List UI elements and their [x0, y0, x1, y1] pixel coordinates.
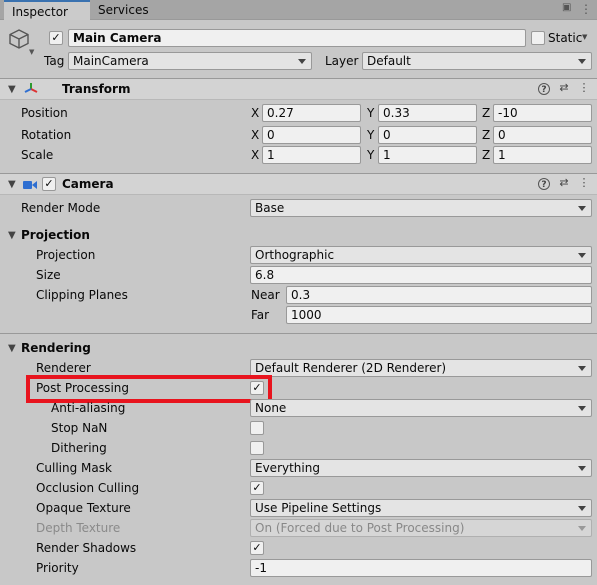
tab-inspector[interactable]: Inspector — [4, 0, 90, 20]
culling-mask-label: Culling Mask — [36, 461, 112, 475]
dithering-checkbox[interactable] — [250, 441, 264, 455]
stop-nan-checkbox[interactable] — [250, 421, 264, 435]
lock-icon[interactable]: ▣ — [562, 2, 571, 13]
culling-mask-dropdown[interactable]: Everything — [250, 459, 592, 477]
tab-inspector-label: Inspector — [12, 5, 68, 19]
transform-fold-icon[interactable]: ▼ — [8, 84, 16, 95]
clipping-planes-label: Clipping Planes — [36, 288, 128, 302]
render-mode-label: Render Mode — [21, 201, 101, 215]
scale-z-label[interactable]: Z — [482, 148, 490, 162]
dithering-label: Dithering — [51, 441, 107, 455]
anti-aliasing-label: Anti-aliasing — [51, 401, 126, 415]
projection-label: Projection — [36, 248, 96, 262]
scale-label: Scale — [21, 148, 54, 162]
transform-presets-icon[interactable]: ⇄ — [558, 82, 570, 94]
tab-services[interactable]: Services — [90, 0, 160, 20]
render-shadows-checkbox[interactable]: ✓ — [250, 541, 264, 555]
scale-y-input[interactable]: 1 — [378, 146, 477, 164]
projection-section-header[interactable]: Projection — [21, 228, 90, 242]
stop-nan-label: Stop NaN — [51, 421, 108, 435]
rotation-x-label[interactable]: X — [251, 128, 259, 142]
far-label[interactable]: Far — [251, 308, 269, 322]
position-y-input[interactable]: 0.33 — [378, 104, 477, 122]
transform-icon — [24, 82, 38, 96]
camera-fold-icon[interactable]: ▼ — [8, 179, 16, 190]
scale-z-input[interactable]: 1 — [493, 146, 592, 164]
rotation-x-input[interactable]: 0 — [262, 126, 361, 144]
position-label: Position — [21, 106, 68, 120]
layer-dropdown[interactable]: Default — [362, 52, 592, 70]
tag-label: Tag — [44, 54, 65, 68]
rotation-z-input[interactable]: 0 — [493, 126, 592, 144]
render-shadows-label: Render Shadows — [36, 541, 137, 555]
gameobject-active-checkbox[interactable]: ✓ — [49, 31, 63, 45]
size-input[interactable]: 6.8 — [250, 266, 592, 284]
camera-title: Camera — [62, 177, 114, 191]
projection-fold-icon[interactable]: ▼ — [8, 230, 16, 241]
scale-x-input[interactable]: 1 — [262, 146, 361, 164]
rendering-section-header[interactable]: Rendering — [21, 341, 91, 355]
far-input[interactable]: 1000 — [286, 306, 592, 324]
section-divider — [0, 333, 597, 334]
priority-label: Priority — [36, 561, 79, 575]
transform-menu-icon[interactable]: ⋮ — [578, 82, 590, 94]
camera-help-icon[interactable]: ? — [538, 178, 550, 190]
position-x-input[interactable]: 0.27 — [262, 104, 361, 122]
layer-label: Layer — [325, 54, 359, 68]
camera-presets-icon[interactable]: ⇄ — [558, 177, 570, 189]
occlusion-culling-label: Occlusion Culling — [36, 481, 140, 495]
renderer-dropdown[interactable]: Default Renderer (2D Renderer) — [250, 359, 592, 377]
rotation-y-input[interactable]: 0 — [378, 126, 477, 144]
anti-aliasing-dropdown[interactable]: None — [250, 399, 592, 417]
rotation-y-label[interactable]: Y — [367, 128, 374, 142]
position-y-label[interactable]: Y — [367, 106, 374, 120]
occlusion-culling-checkbox[interactable]: ✓ — [250, 481, 264, 495]
transform-title: Transform — [62, 82, 131, 96]
opaque-texture-dropdown[interactable]: Use Pipeline Settings — [250, 499, 592, 517]
tab-services-label: Services — [98, 3, 149, 17]
rotation-label: Rotation — [21, 128, 72, 142]
camera-icon — [23, 179, 37, 189]
static-dropdown-arrow-icon[interactable]: ▼ — [582, 33, 587, 41]
depth-texture-label: Depth Texture — [36, 521, 121, 535]
menu-icon[interactable]: ⋮ — [580, 2, 592, 16]
rendering-fold-icon[interactable]: ▼ — [8, 343, 16, 354]
rotation-z-label[interactable]: Z — [482, 128, 490, 142]
scale-y-label[interactable]: Y — [367, 148, 374, 162]
size-label: Size — [36, 268, 61, 282]
render-mode-dropdown[interactable]: Base — [250, 199, 592, 217]
static-checkbox[interactable] — [531, 31, 545, 45]
position-x-label[interactable]: X — [251, 106, 259, 120]
projection-dropdown[interactable]: Orthographic — [250, 246, 592, 264]
gameobject-cube-icon — [8, 28, 30, 50]
camera-menu-icon[interactable]: ⋮ — [578, 177, 590, 189]
scale-x-label[interactable]: X — [251, 148, 259, 162]
position-z-input[interactable]: -10 — [493, 104, 592, 122]
near-label[interactable]: Near — [251, 288, 280, 302]
highlight-box — [26, 375, 272, 403]
near-input[interactable]: 0.3 — [286, 286, 592, 304]
transform-help-icon[interactable]: ? — [538, 83, 550, 95]
tag-dropdown[interactable]: MainCamera — [68, 52, 312, 70]
priority-input[interactable]: -1 — [250, 559, 592, 577]
position-z-label[interactable]: Z — [482, 106, 490, 120]
static-label: Static — [548, 31, 583, 45]
depth-texture-dropdown: On (Forced due to Post Processing) — [250, 519, 592, 537]
camera-enabled-checkbox[interactable]: ✓ — [42, 177, 56, 191]
icon-dropdown-arrow-icon[interactable]: ▼ — [29, 48, 34, 56]
renderer-label: Renderer — [36, 361, 91, 375]
gameobject-name-input[interactable]: Main Camera — [68, 29, 526, 47]
opaque-texture-label: Opaque Texture — [36, 501, 131, 515]
